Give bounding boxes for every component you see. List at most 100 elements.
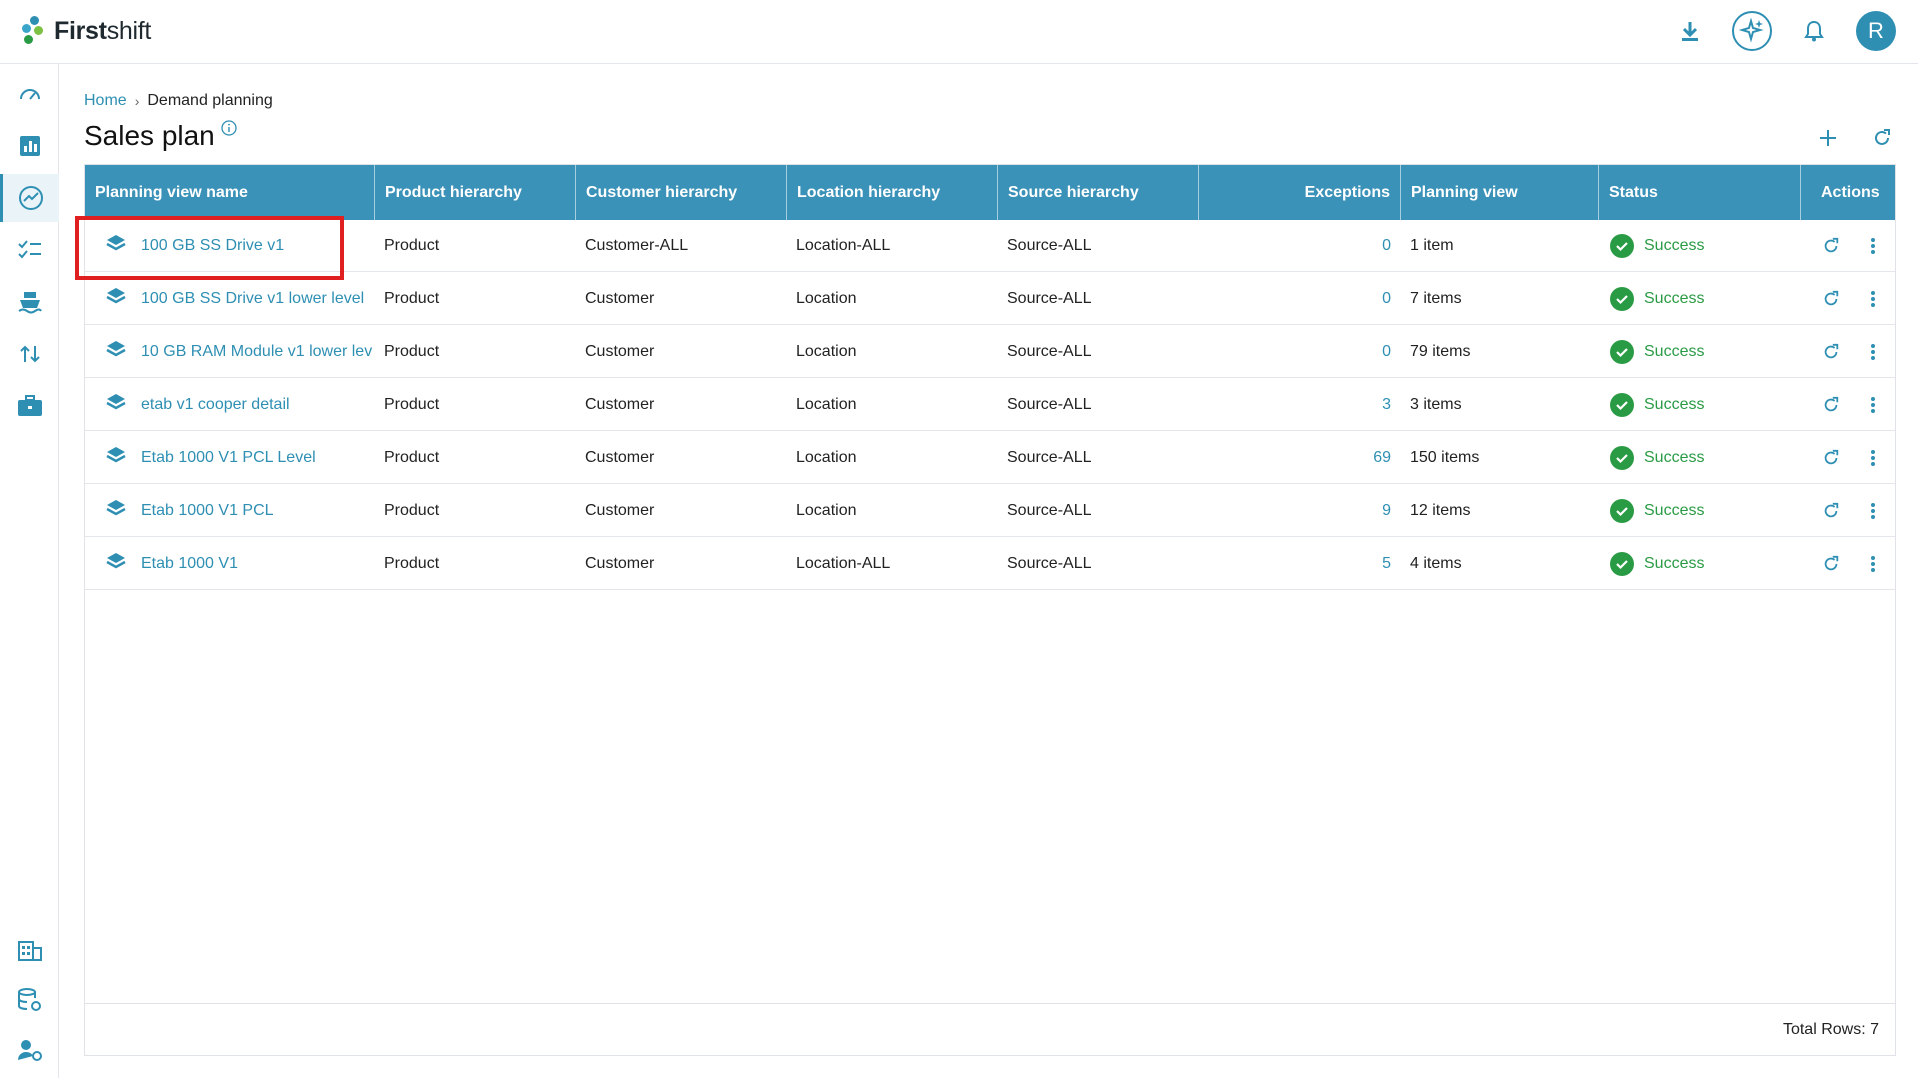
planning-view-link[interactable]: Etab 1000 V1 PCL Level <box>141 449 316 467</box>
layers-icon <box>105 392 127 419</box>
column-header-source[interactable]: Source hierarchy <box>997 165 1198 220</box>
planning-view-count-cell: 150 items <box>1410 449 1480 466</box>
check-circle-icon <box>1610 499 1634 523</box>
planning-view-count-cell: 3 items <box>1410 396 1462 413</box>
sidebar-item-organization[interactable] <box>0 926 59 974</box>
more-options-icon[interactable] <box>1859 232 1887 260</box>
table-row[interactable]: Etab 1000 V1 Product Customer Location-ALL S… <box>85 538 1895 590</box>
more-options-icon[interactable] <box>1859 497 1887 525</box>
column-header-name[interactable]: Planning view name <box>85 165 374 220</box>
product-hierarchy-cell: Product <box>384 396 440 413</box>
table-row[interactable]: 10 GB RAM Module v1 lower lev Product Cust… <box>85 326 1895 378</box>
planning-view-link[interactable]: Etab 1000 V1 PCL <box>141 502 274 520</box>
check-circle-icon <box>1610 552 1634 576</box>
ai-sparkle-icon[interactable] <box>1732 11 1772 51</box>
column-header-planning-view[interactable]: Planning view <box>1400 165 1598 220</box>
more-options-icon[interactable] <box>1859 444 1887 472</box>
more-options-icon[interactable] <box>1859 391 1887 419</box>
planning-view-name-cell: Etab 1000 V1 PCL <box>85 485 374 537</box>
customer-hierarchy-cell: Customer <box>585 343 655 360</box>
table-row[interactable]: 100 GB SS Drive v1 lower level Product Cus… <box>85 273 1895 325</box>
table-row[interactable]: etab v1 cooper detail Product Customer Loca… <box>85 379 1895 431</box>
more-options-icon[interactable] <box>1859 285 1887 313</box>
column-header-status[interactable]: Status <box>1598 165 1800 220</box>
bell-icon[interactable] <box>1794 11 1834 51</box>
planning-view-link[interactable]: 100 GB SS Drive v1 <box>141 237 284 255</box>
exceptions-link[interactable]: 0 <box>1198 326 1391 378</box>
more-options-icon[interactable] <box>1859 550 1887 578</box>
download-icon[interactable] <box>1670 11 1710 51</box>
row-refresh-icon[interactable] <box>1817 232 1845 260</box>
row-refresh-icon[interactable] <box>1817 497 1845 525</box>
row-actions <box>1817 485 1895 537</box>
exceptions-link[interactable]: 9 <box>1198 485 1391 537</box>
table-row[interactable]: 100 GB SS Drive v1 Product Customer-ALL Loc… <box>85 220 1895 272</box>
info-icon[interactable] <box>221 120 237 136</box>
status-badge: Success <box>1644 396 1705 413</box>
planning-view-count-cell: 7 items <box>1410 290 1462 307</box>
check-circle-icon <box>1610 393 1634 417</box>
sidebar-item-reports[interactable] <box>0 122 59 170</box>
planning-view-link[interactable]: Etab 1000 V1 <box>141 555 238 573</box>
table-footer: Total Rows: 7 <box>85 1003 1895 1055</box>
sidebar-item-dashboard[interactable] <box>0 70 59 118</box>
column-header-customer[interactable]: Customer hierarchy <box>575 165 786 220</box>
refresh-button[interactable] <box>1866 122 1898 154</box>
source-hierarchy-cell: Source-ALL <box>1007 449 1092 466</box>
exceptions-link[interactable]: 3 <box>1198 379 1391 431</box>
layers-icon <box>105 551 127 578</box>
planning-view-count-cell: 12 items <box>1410 502 1471 519</box>
row-refresh-icon[interactable] <box>1817 444 1845 472</box>
planning-view-count-cell: 79 items <box>1410 343 1471 360</box>
status-cell: Success <box>1610 538 1800 590</box>
planning-view-name-cell: Etab 1000 V1 <box>85 538 374 590</box>
layers-icon <box>105 286 127 313</box>
avatar[interactable]: R <box>1856 11 1896 51</box>
breadcrumb-current: Demand planning <box>147 92 273 109</box>
planning-view-link[interactable]: etab v1 cooper detail <box>141 396 290 414</box>
page-title: Sales plan <box>84 120 237 152</box>
sidebar-item-demand-planning[interactable] <box>0 174 59 222</box>
column-header-product[interactable]: Product hierarchy <box>374 165 575 220</box>
planning-view-name-cell: Etab 1000 V1 PCL Level <box>85 432 374 484</box>
sidebar-item-portfolio[interactable] <box>0 382 59 430</box>
exceptions-link[interactable]: 5 <box>1198 538 1391 590</box>
checklist-icon <box>17 240 41 259</box>
table-row[interactable]: Etab 1000 V1 PCL Product Customer Location S… <box>85 485 1895 537</box>
logo-mark-icon <box>22 16 48 46</box>
customer-hierarchy-cell: Customer <box>585 290 655 307</box>
planning-view-count-cell: 1 item <box>1410 237 1454 254</box>
table-row[interactable]: Etab 1000 V1 PCL Level Product Customer Loc… <box>85 432 1895 484</box>
app-logo[interactable]: Firstshift <box>22 16 151 46</box>
row-refresh-icon[interactable] <box>1817 338 1845 366</box>
row-refresh-icon[interactable] <box>1817 285 1845 313</box>
status-cell: Success <box>1610 379 1800 431</box>
sidebar-item-transfers[interactable] <box>0 330 59 378</box>
sidebar-item-shipping[interactable] <box>0 278 59 326</box>
check-circle-icon <box>1610 340 1634 364</box>
sidebar-item-user-settings[interactable] <box>0 1026 59 1074</box>
user-settings-icon <box>17 1040 42 1061</box>
row-actions <box>1817 273 1895 325</box>
exceptions-link[interactable]: 69 <box>1198 432 1391 484</box>
sidebar-item-tasks[interactable] <box>0 226 59 274</box>
sidebar-item-data-settings[interactable] <box>0 976 59 1024</box>
trend-chart-icon <box>19 186 43 210</box>
row-refresh-icon[interactable] <box>1817 391 1845 419</box>
add-button[interactable] <box>1812 122 1844 154</box>
layers-icon <box>105 498 127 525</box>
column-header-exceptions[interactable]: Exceptions <box>1198 165 1400 220</box>
exceptions-link[interactable]: 0 <box>1198 273 1391 325</box>
row-actions <box>1817 326 1895 378</box>
status-cell: Success <box>1610 432 1800 484</box>
column-header-location[interactable]: Location hierarchy <box>786 165 997 220</box>
exceptions-link[interactable]: 0 <box>1198 220 1391 272</box>
row-refresh-icon[interactable] <box>1817 550 1845 578</box>
planning-view-link[interactable]: 100 GB SS Drive v1 lower level <box>141 290 364 308</box>
total-rows-label: Total Rows: 7 <box>1782 1020 1879 1038</box>
planning-view-link[interactable]: 10 GB RAM Module v1 lower lev <box>141 343 372 361</box>
more-options-icon[interactable] <box>1859 338 1887 366</box>
row-actions <box>1817 379 1895 431</box>
breadcrumb-home-link[interactable]: Home <box>84 92 127 110</box>
location-hierarchy-cell: Location <box>796 449 857 466</box>
